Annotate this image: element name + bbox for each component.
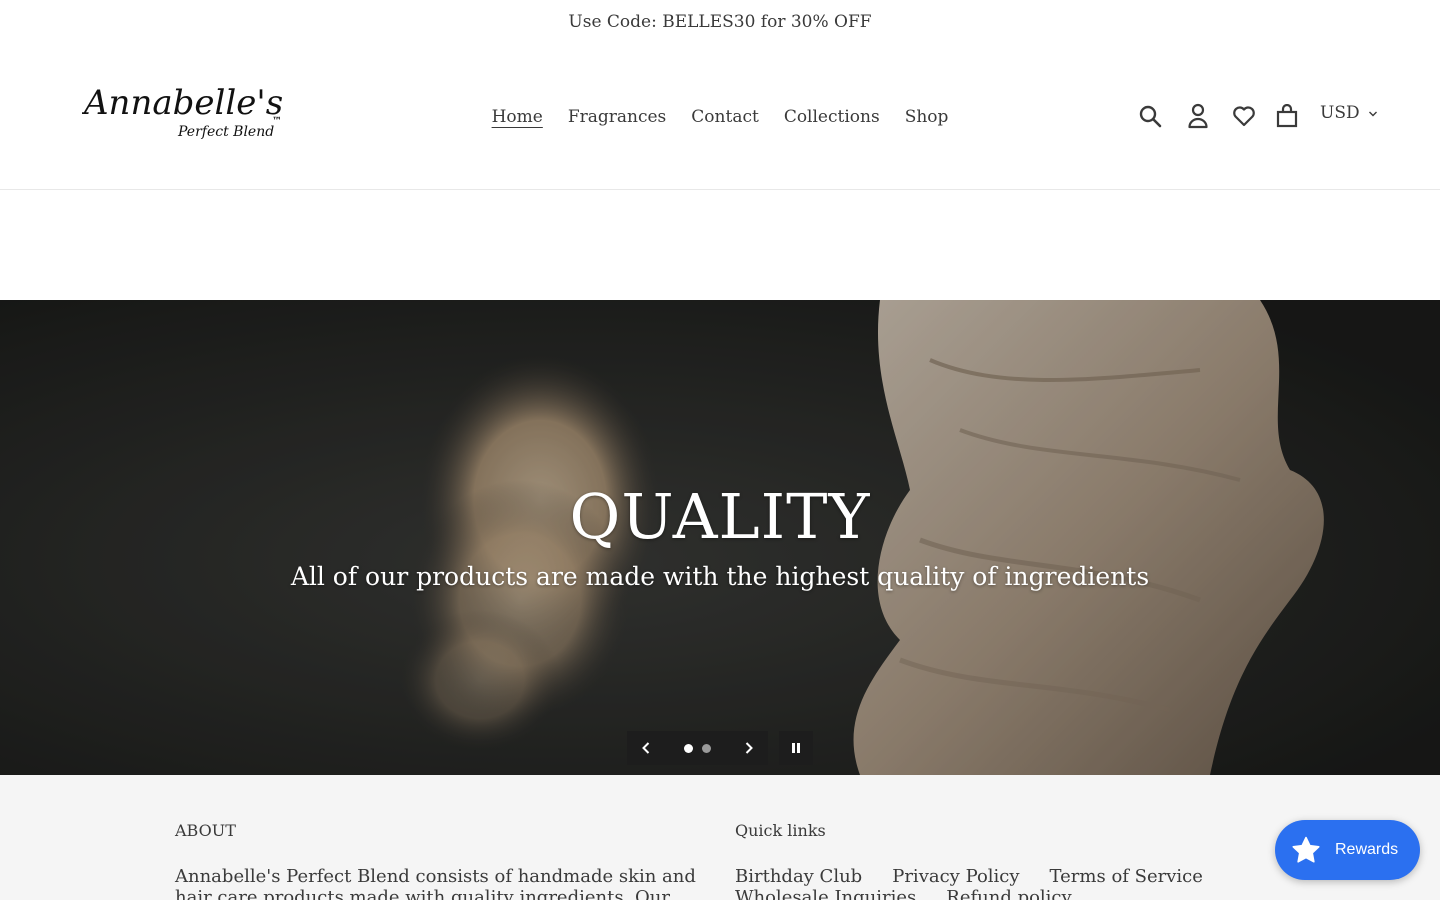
footer-quick-links: Birthday Club Privacy Policy Terms of Se…	[735, 866, 1205, 900]
svg-text:Annabelle's: Annabelle's	[82, 84, 283, 123]
footer-quick-links-heading: Quick links	[735, 821, 826, 840]
svg-text:™: ™	[272, 116, 282, 127]
search-icon[interactable]	[1136, 102, 1164, 130]
pause-slideshow-button[interactable]	[779, 731, 813, 765]
announcement-bar: Use Code: BELLES30 for 30% OFF	[0, 0, 1440, 44]
slide-dot-1[interactable]	[684, 743, 693, 753]
svg-text:Perfect Blend: Perfect Blend	[177, 124, 274, 140]
footer-link-privacy-policy[interactable]: Privacy Policy	[892, 866, 1019, 887]
nav-home-link[interactable]: Home	[492, 107, 543, 127]
chevron-right-icon[interactable]	[744, 741, 754, 755]
footer-link-wholesale-inquiries[interactable]: Wholesale Inquiries	[735, 887, 916, 900]
logo[interactable]: Annabelle's Perfect Blend ™	[81, 83, 292, 144]
slide-dot-2[interactable]	[702, 743, 711, 753]
logo-image: Annabelle's Perfect Blend ™	[81, 83, 283, 140]
nav-fragrances-link[interactable]: Fragrances	[568, 107, 666, 127]
nav-shop-link[interactable]: Shop	[905, 107, 949, 127]
slideshow-controls	[627, 731, 768, 765]
wishlist-heart-icon[interactable]	[1230, 102, 1258, 130]
rewards-label: Rewards	[1335, 841, 1399, 858]
nav-collections-link[interactable]: Collections	[784, 107, 880, 127]
rewards-launcher-button[interactable]: Rewards	[1275, 820, 1420, 880]
nav-contact-link[interactable]: Contact	[691, 107, 759, 127]
account-icon[interactable]	[1184, 102, 1212, 130]
header-icons	[1136, 102, 1301, 130]
chevron-down-icon	[1368, 103, 1378, 123]
announcement-text: Use Code: BELLES30 for 30% OFF	[568, 12, 872, 32]
currency-value: USD	[1320, 103, 1360, 123]
footer-link-refund-policy[interactable]: Refund policy	[946, 887, 1071, 900]
site-header: Annabelle's Perfect Blend ™ Home Fragran…	[0, 44, 1440, 190]
footer-link-terms-of-service[interactable]: Terms of Service	[1050, 866, 1203, 887]
slide-dots	[684, 743, 711, 753]
footer-about-heading: ABOUT	[175, 821, 236, 840]
chevron-left-icon[interactable]	[641, 741, 651, 755]
hero-slideshow: QUALITY All of our products are made wit…	[0, 300, 1440, 775]
footer-about-text: Annabelle's Perfect Blend consists of ha…	[175, 866, 696, 900]
hero-subtitle: All of our products are made with the hi…	[290, 562, 1150, 591]
site-footer: ABOUT Quick links Annabelle's Perfect Bl…	[0, 775, 1440, 900]
pause-icon	[792, 743, 800, 753]
cart-icon[interactable]	[1273, 102, 1301, 130]
footer-link-birthday-club[interactable]: Birthday Club	[735, 866, 862, 887]
star-icon	[1292, 836, 1320, 863]
currency-selector[interactable]: USD	[1320, 103, 1378, 123]
hero-title: QUALITY	[569, 480, 871, 553]
